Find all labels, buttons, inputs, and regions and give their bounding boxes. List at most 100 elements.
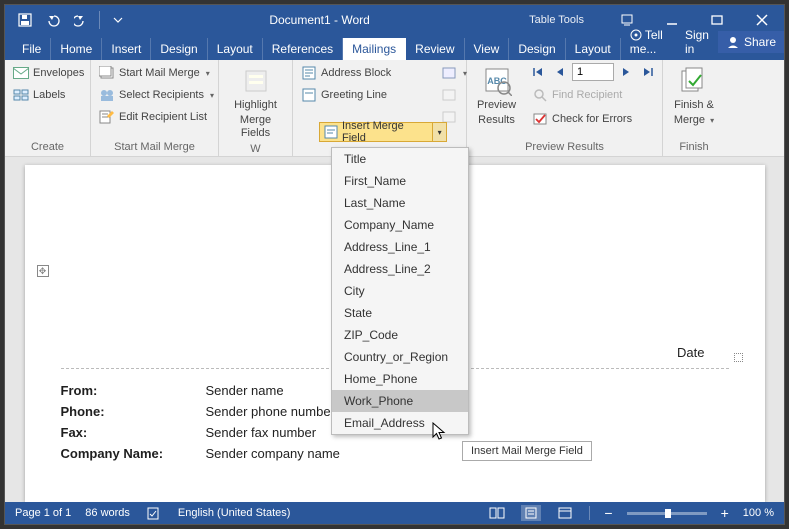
merge-field-item[interactable]: Home_Phone [332, 368, 468, 390]
print-layout-icon[interactable] [521, 505, 541, 521]
select-recipients-button[interactable]: Select Recipients▾ [95, 85, 218, 105]
group-finish-label: Finish [667, 141, 721, 156]
chevron-down-icon: ▾ [208, 91, 214, 100]
group-writeinsert-label-partial: W [223, 143, 288, 158]
envelope-icon [13, 65, 29, 81]
group-startmerge-label: Start Mail Merge [95, 141, 214, 156]
tab-table-design[interactable]: Design [509, 38, 565, 60]
zoom-level[interactable]: 100 % [743, 507, 774, 519]
check-errors-button[interactable]: Check for Errors [528, 109, 658, 129]
search-icon [532, 87, 548, 103]
sender-row[interactable]: Company Name:Sender company name [61, 446, 729, 461]
chevron-down-icon[interactable]: ▾ [432, 123, 446, 141]
sign-in[interactable]: Sign in [676, 24, 718, 60]
group-create-label: Create [9, 141, 86, 156]
sender-label: Company Name: [61, 446, 206, 461]
table-tools-label: Table Tools [509, 14, 604, 26]
merge-field-item[interactable]: State [332, 302, 468, 324]
tab-layout[interactable]: Layout [208, 38, 263, 60]
merge-field-item[interactable]: Address_Line_2 [332, 258, 468, 280]
chevron-down-icon: ▾ [204, 69, 210, 78]
sender-value[interactable]: Sender phone number [206, 404, 335, 419]
merge-field-icon [324, 125, 338, 139]
sender-label: From: [61, 383, 206, 398]
labels-button[interactable]: Labels [9, 85, 69, 105]
greeting-icon [301, 87, 317, 103]
merge-field-item[interactable]: Last_Name [332, 192, 468, 214]
merge-field-item[interactable]: ZIP_Code [332, 324, 468, 346]
edit-recipient-list-button[interactable]: Edit Recipient List [95, 107, 211, 127]
merge-field-dropdown: TitleFirst_NameLast_NameCompany_NameAddr… [331, 147, 469, 435]
merge-field-item[interactable]: Address_Line_1 [332, 236, 468, 258]
record-number-input[interactable] [572, 63, 614, 81]
tab-home[interactable]: Home [51, 38, 102, 60]
proofing-icon[interactable] [144, 506, 164, 520]
word-count[interactable]: 86 words [85, 507, 130, 519]
language-indicator[interactable]: English (United States) [178, 507, 291, 519]
ribbon-tabs: File Home Insert Design Layout Reference… [5, 35, 784, 60]
envelopes-button[interactable]: Envelopes [9, 63, 88, 83]
sender-label: Phone: [61, 404, 206, 419]
find-recipient-button[interactable]: Find Recipient [528, 85, 658, 105]
share-button[interactable]: Share [718, 31, 784, 53]
group-preview-label: Preview Results [471, 141, 658, 156]
save-icon[interactable] [13, 8, 37, 32]
redo-icon[interactable] [69, 8, 93, 32]
table-move-handle[interactable]: ✥ [37, 265, 49, 277]
insert-merge-field-button-active[interactable]: Insert Merge Field ▾ [319, 122, 447, 142]
mouse-cursor [432, 422, 448, 442]
address-block-button[interactable]: Address Block [297, 63, 395, 83]
merge-field-item[interactable]: Company_Name [332, 214, 468, 236]
zoom-slider[interactable] [627, 512, 707, 515]
tab-view[interactable]: View [465, 38, 510, 60]
svg-text:ABC: ABC [487, 76, 507, 86]
tooltip: Insert Mail Merge Field [462, 441, 592, 461]
last-record-button[interactable] [638, 63, 658, 81]
highlight-merge-fields-button[interactable]: Highlight Merge Fields [223, 63, 288, 143]
undo-icon[interactable] [41, 8, 65, 32]
tab-file[interactable]: File [13, 38, 51, 60]
tab-references[interactable]: References [263, 38, 343, 60]
zoom-in-button[interactable]: + [721, 505, 729, 521]
match-icon [441, 87, 457, 103]
start-mail-merge-button[interactable]: Start Mail Merge▾ [95, 63, 214, 83]
merge-field-item[interactable]: Work_Phone [332, 390, 468, 412]
table-resize-handle[interactable] [734, 353, 743, 362]
preview-results-button[interactable]: ABC Preview Results [471, 63, 522, 129]
merge-field-item[interactable]: Country_or_Region [332, 346, 468, 368]
read-mode-icon[interactable] [487, 507, 507, 519]
mail-merge-icon [99, 65, 115, 81]
qat-customize-icon[interactable] [106, 8, 130, 32]
tell-me[interactable]: Tell me... [621, 24, 676, 60]
finish-merge-button[interactable]: Finish & Merge ▾ [670, 63, 718, 129]
prev-record-button[interactable] [550, 63, 570, 81]
address-block-icon [301, 65, 317, 81]
match-fields-button[interactable] [437, 85, 461, 105]
merge-field-item[interactable]: City [332, 280, 468, 302]
zoom-out-button[interactable]: − [604, 505, 612, 521]
tab-table-layout[interactable]: Layout [566, 38, 621, 60]
merge-field-item[interactable]: First_Name [332, 170, 468, 192]
tab-mailings[interactable]: Mailings [343, 38, 406, 60]
highlight-icon [240, 65, 272, 97]
tab-design[interactable]: Design [151, 38, 207, 60]
sender-label: Fax: [61, 425, 206, 440]
tab-review[interactable]: Review [406, 38, 464, 60]
window-title: Document1 - Word [130, 13, 509, 27]
sender-value[interactable]: Sender company name [206, 446, 340, 461]
edit-list-icon [99, 109, 115, 125]
next-record-button[interactable] [616, 63, 636, 81]
web-layout-icon[interactable] [555, 507, 575, 519]
merge-field-item[interactable]: Title [332, 148, 468, 170]
rules-button[interactable]: ▾ [437, 63, 471, 83]
preview-icon: ABC [481, 65, 513, 97]
recipients-icon [99, 87, 115, 103]
labels-icon [13, 87, 29, 103]
tab-insert[interactable]: Insert [102, 38, 151, 60]
first-record-button[interactable] [528, 63, 548, 81]
page-indicator[interactable]: Page 1 of 1 [15, 507, 71, 519]
sender-value[interactable]: Sender name [206, 383, 284, 398]
greeting-line-button[interactable]: Greeting Line [297, 85, 391, 105]
status-bar: Page 1 of 1 86 words English (United Sta… [5, 502, 784, 524]
sender-value[interactable]: Sender fax number [206, 425, 317, 440]
